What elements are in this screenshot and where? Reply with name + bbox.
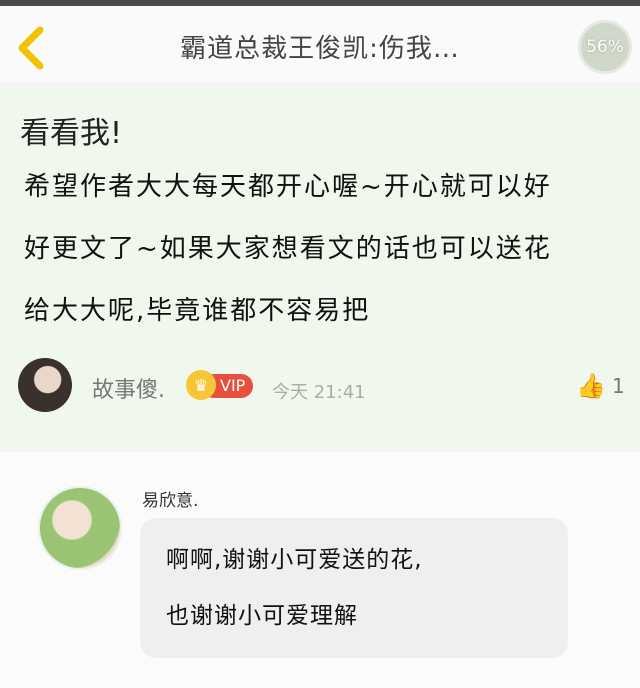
page-title: 霸道总裁王俊凯:伤我… — [180, 34, 460, 64]
author-avatar[interactable] — [18, 358, 72, 412]
top-bar: 霸道总裁王俊凯:伤我… 56% — [0, 0, 640, 82]
post-body-line: 好更文了~如果大家想看文的话也可以送花 — [24, 234, 552, 264]
reading-progress-badge: 56% — [578, 20, 632, 74]
author-name[interactable]: 故事傻. — [92, 372, 165, 404]
chevron-left-icon — [18, 26, 44, 70]
reply-avatar[interactable] — [38, 486, 122, 570]
post-body: 希望作者大大每天都开心喔~开心就可以好 好更文了~如果大家想看文的话也可以送花 … — [24, 156, 624, 342]
reply-section: 易欣意. 啊啊,谢谢小可爱送的花, 也谢谢小可爱理解 — [0, 452, 640, 688]
reply-line: 啊啊,谢谢小可爱送的花, — [166, 547, 423, 573]
thumbs-up-icon[interactable]: 👍 — [576, 372, 606, 400]
like-count: 1 — [612, 374, 625, 398]
back-button[interactable] — [12, 24, 52, 72]
crown-icon: ♛ — [186, 370, 216, 400]
post-body-line: 给大大呢,毕竟谁都不容易把 — [24, 296, 371, 326]
post-title: 看看我! — [20, 116, 123, 151]
reply-author-name[interactable]: 易欣意. — [142, 486, 198, 511]
reply-bubble: 啊啊,谢谢小可爱送的花, 也谢谢小可爱理解 — [140, 518, 568, 658]
post-body-line: 希望作者大大每天都开心喔~开心就可以好 — [24, 172, 552, 202]
reply-line: 也谢谢小可爱理解 — [166, 603, 358, 629]
post-card: 看看我! 希望作者大大每天都开心喔~开心就可以好 好更文了~如果大家想看文的话也… — [0, 86, 640, 450]
post-timestamp: 今天 21:41 — [272, 382, 366, 403]
